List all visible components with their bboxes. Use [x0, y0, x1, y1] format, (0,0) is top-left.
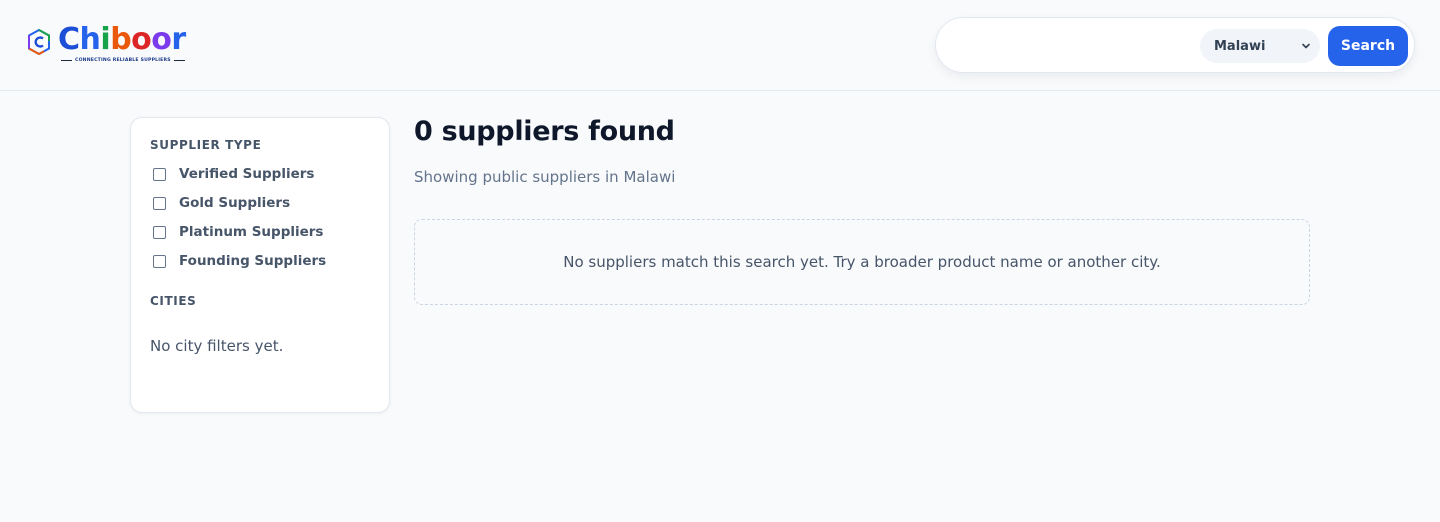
top-header: Chiboor CONNECTING RELIABLE SUPPLIERS Ma…: [0, 0, 1440, 91]
filter-founding-suppliers[interactable]: Founding Suppliers: [153, 251, 326, 271]
tagline-rule-right: [173, 59, 185, 61]
empty-results-box: No suppliers match this search yet. Try …: [414, 219, 1310, 305]
filter-gold-suppliers[interactable]: Gold Suppliers: [153, 193, 290, 213]
brand-tagline: CONNECTING RELIABLE SUPPLIERS: [61, 56, 191, 64]
filter-label: Verified Suppliers: [179, 166, 315, 182]
results-count-title: 0 suppliers found: [414, 116, 675, 147]
brand-letter: o: [131, 22, 152, 57]
filter-label: Gold Suppliers: [179, 195, 291, 211]
brand-letter: i: [100, 22, 111, 57]
verified-suppliers-checkbox[interactable]: [153, 167, 166, 181]
results-subtitle: Showing public suppliers in Malawi: [414, 168, 676, 186]
search-input[interactable]: [954, 30, 1194, 62]
brand-letter: C: [58, 22, 80, 57]
filter-sidebar: SUPPLIER TYPE Verified Suppliers Gold Su…: [130, 117, 390, 413]
country-select-value: Malawi: [1214, 38, 1266, 54]
search-button[interactable]: Search: [1328, 26, 1408, 66]
brand-logo[interactable]: Chiboor CONNECTING RELIABLE SUPPLIERS: [27, 22, 197, 68]
country-select[interactable]: Malawi: [1200, 29, 1320, 63]
filter-label: Platinum Suppliers: [179, 224, 324, 240]
search-bar: Malawi Search: [935, 17, 1415, 73]
filter-label: Founding Suppliers: [179, 253, 327, 269]
chevron-down-icon: [1302, 43, 1310, 49]
tagline-text: CONNECTING RELIABLE SUPPLIERS: [75, 57, 171, 63]
supplier-type-heading: SUPPLIER TYPE: [150, 138, 262, 152]
empty-results-message: No suppliers match this search yet. Try …: [563, 253, 1161, 271]
gold-suppliers-checkbox[interactable]: [153, 196, 166, 210]
platinum-suppliers-checkbox[interactable]: [153, 225, 166, 239]
tagline-rule-left: [61, 59, 72, 61]
cities-heading: CITIES: [150, 294, 197, 308]
hexagon-c-logo-icon: [28, 29, 50, 55]
filter-platinum-suppliers[interactable]: Platinum Suppliers: [153, 222, 323, 242]
brand-letter: r: [171, 22, 186, 57]
no-city-filters-text: No city filters yet.: [150, 337, 284, 355]
founding-suppliers-checkbox[interactable]: [153, 254, 166, 268]
filter-verified-suppliers[interactable]: Verified Suppliers: [153, 164, 314, 184]
brand-name: Chiboor: [58, 22, 186, 58]
brand-letter: b: [110, 22, 132, 57]
brand-letter: o: [151, 22, 172, 57]
brand-letter: h: [79, 22, 101, 57]
